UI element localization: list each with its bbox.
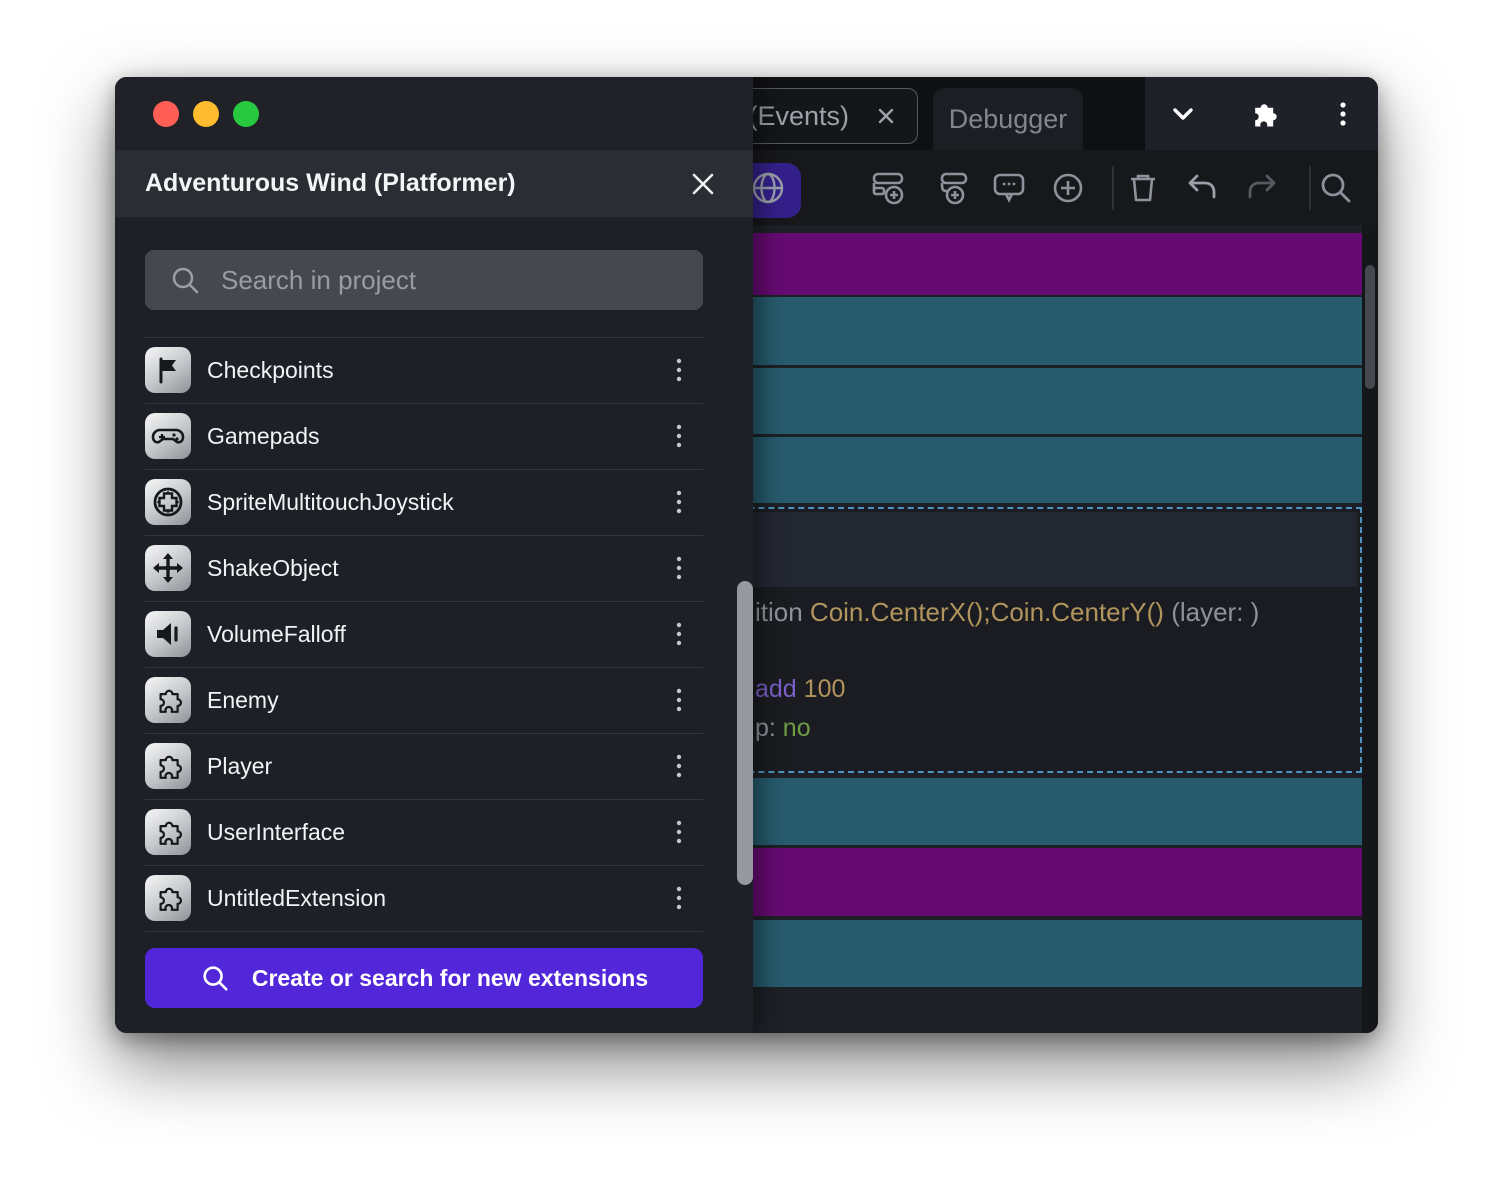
speaker-icon: [145, 611, 191, 657]
create-extension-button[interactable]: Create or search for new extensions: [145, 948, 703, 1008]
chevron-down-icon[interactable]: [1161, 92, 1205, 136]
close-drawer-icon[interactable]: [687, 168, 719, 200]
traffic-light-zoom[interactable]: [233, 101, 259, 127]
list-divider: [145, 931, 703, 932]
circle-plus-icon[interactable]: [1045, 165, 1091, 211]
add-subevent-icon[interactable]: [929, 165, 975, 211]
list-item-sprite-multitouch-joystick[interactable]: SpriteMultitouchJoystick: [115, 469, 753, 535]
window-controls-panel: [1145, 77, 1378, 150]
puzzle-icon: [145, 677, 191, 723]
item-kebab-menu[interactable]: [661, 550, 697, 586]
extensions-puzzle-icon[interactable]: [1241, 92, 1285, 136]
event-action-text: ition Coin.CenterX();Coin.CenterY() (lay…: [755, 597, 1259, 628]
gamepad-icon: [145, 413, 191, 459]
search-events-icon[interactable]: [1313, 165, 1359, 211]
list-item-userinterface[interactable]: UserInterface: [115, 799, 753, 865]
event-flag-text: p: no: [755, 714, 811, 743]
item-kebab-menu[interactable]: [661, 682, 697, 718]
toolbar-divider: [1112, 166, 1114, 210]
project-manager-drawer: Adventurous Wind (Platformer) Checkpoint…: [115, 77, 753, 1033]
puzzle-icon: [145, 875, 191, 921]
list-item-player[interactable]: Player: [115, 733, 753, 799]
drawer-body: Checkpoints Gamepads: [115, 217, 753, 1033]
trash-icon[interactable]: [1120, 165, 1166, 211]
item-kebab-menu[interactable]: [661, 418, 697, 454]
tab-debugger[interactable]: Debugger: [933, 88, 1083, 150]
drawer-header: Adventurous Wind (Platformer): [115, 150, 753, 217]
list-item-untitledextension[interactable]: UntitledExtension: [115, 865, 753, 931]
tab-debugger-label: Debugger: [949, 104, 1068, 135]
item-kebab-menu[interactable]: [661, 814, 697, 850]
item-kebab-menu[interactable]: [661, 880, 697, 916]
project-title: Adventurous Wind (Platformer): [145, 169, 516, 198]
item-kebab-menu[interactable]: [661, 352, 697, 388]
list-item-shakeobject[interactable]: ShakeObject: [115, 535, 753, 601]
event-value-text: add 100: [755, 675, 845, 704]
drawer-scrollbar-thumb[interactable]: [737, 581, 753, 885]
create-extension-label: Create or search for new extensions: [252, 965, 648, 992]
close-tab-icon[interactable]: [873, 103, 899, 129]
puzzle-icon: [145, 743, 191, 789]
search-icon: [169, 264, 201, 296]
list-item-gamepads[interactable]: Gamepads: [115, 403, 753, 469]
list-item-volumefalloff[interactable]: VolumeFalloff: [115, 601, 753, 667]
kebab-menu-icon[interactable]: [1321, 92, 1365, 136]
joystick-icon: [145, 479, 191, 525]
add-comment-icon[interactable]: [986, 165, 1032, 211]
add-event-icon[interactable]: [865, 165, 911, 211]
events-scrollbar-thumb[interactable]: [1365, 265, 1375, 389]
project-search-box: [145, 250, 703, 310]
search-icon: [200, 963, 230, 993]
traffic-light-close[interactable]: [153, 101, 179, 127]
macos-titlebar: [115, 77, 753, 150]
search-input[interactable]: [221, 265, 687, 296]
flag-icon: [145, 347, 191, 393]
move-arrows-icon: [145, 545, 191, 591]
globe-icon: [747, 167, 789, 214]
app-window: (Events) Debugger: [115, 77, 1378, 1033]
traffic-light-minimize[interactable]: [193, 101, 219, 127]
toolbar-divider: [1309, 166, 1311, 210]
list-item-enemy[interactable]: Enemy: [115, 667, 753, 733]
item-kebab-menu[interactable]: [661, 616, 697, 652]
puzzle-icon: [145, 809, 191, 855]
undo-icon[interactable]: [1179, 165, 1225, 211]
item-kebab-menu[interactable]: [661, 484, 697, 520]
tab-events-label: (Events): [748, 101, 849, 132]
redo-icon[interactable]: [1239, 165, 1285, 211]
events-scrollbar-track: [1362, 225, 1378, 1033]
list-item-checkpoints[interactable]: Checkpoints: [115, 337, 753, 403]
item-kebab-menu[interactable]: [661, 748, 697, 784]
